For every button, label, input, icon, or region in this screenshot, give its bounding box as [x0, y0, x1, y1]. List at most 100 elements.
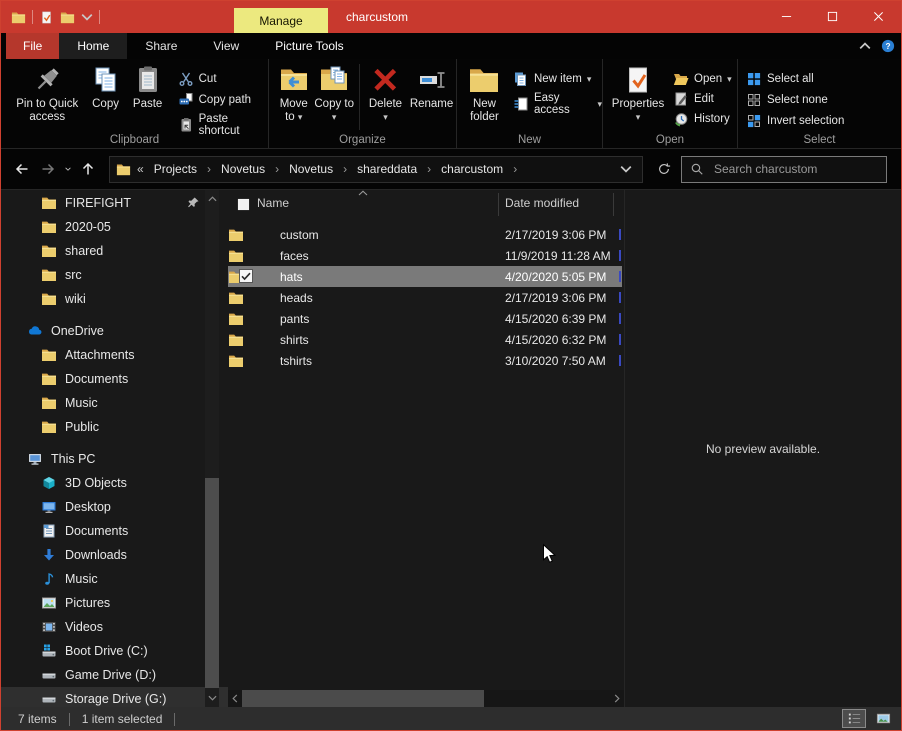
breadcrumb-segment[interactable]: shareddata — [355, 162, 419, 176]
file-row-custom[interactable]: custom2/17/2019 3:06 PM — [228, 224, 624, 245]
file-row-tshirts[interactable]: tshirts3/10/2020 7:50 AM — [228, 350, 624, 371]
file-row-faces[interactable]: faces11/9/2019 11:28 AM — [228, 245, 624, 266]
details-view-button[interactable] — [842, 709, 866, 728]
qat-folder-icon[interactable] — [11, 10, 26, 25]
sidebar-item-3d-objects[interactable]: 3D Objects — [1, 471, 228, 495]
up-button[interactable] — [75, 156, 101, 182]
close-button[interactable] — [855, 1, 901, 31]
sidebar-scrollbar[interactable] — [205, 190, 219, 707]
tab-home[interactable]: Home — [59, 33, 127, 59]
collapse-ribbon-icon[interactable] — [859, 42, 871, 50]
breadcrumb-segment[interactable]: Novetus — [219, 162, 267, 176]
breadcrumb-segment[interactable]: Novetus — [287, 162, 335, 176]
delete-button[interactable]: Delete▾ — [364, 62, 407, 124]
easy-access-button[interactable]: Easy access ▾ — [513, 92, 602, 116]
breadcrumb-segment[interactable]: charcustom — [439, 162, 505, 176]
column-separator[interactable] — [498, 193, 499, 216]
sidebar-item-desktop[interactable]: Desktop — [1, 495, 228, 519]
open-button[interactable]: Open ▾ — [673, 71, 732, 87]
column-separator[interactable] — [613, 193, 614, 216]
cut-button[interactable]: Cut — [178, 71, 268, 87]
tab-picture-tools[interactable]: Picture Tools — [257, 33, 361, 59]
sidebar-item-wiki[interactable]: wiki — [1, 287, 228, 311]
sidebar-item-this-pc[interactable]: This PC — [1, 447, 228, 471]
qat-new-folder-icon[interactable] — [60, 10, 75, 25]
history-button[interactable]: History — [673, 111, 732, 127]
thumbnail-view-button[interactable] — [871, 709, 895, 728]
sidebar-item-music[interactable]: Music — [1, 567, 228, 591]
breadcrumb-overflow-chevron[interactable]: « — [137, 162, 144, 176]
scroll-down-icon[interactable] — [205, 691, 219, 705]
sidebar-item-public[interactable]: Public — [1, 415, 228, 439]
breadcrumb-separator[interactable]: › — [199, 162, 219, 176]
tab-file[interactable]: File — [6, 33, 59, 59]
breadcrumb-separator[interactable]: › — [267, 162, 287, 176]
tab-share[interactable]: Share — [127, 33, 195, 59]
search-input[interactable] — [712, 161, 878, 177]
file-row-heads[interactable]: heads2/17/2019 3:06 PM — [228, 287, 624, 308]
maximize-button[interactable] — [809, 1, 855, 31]
move-to-button[interactable]: Move to ▾ — [274, 62, 314, 124]
back-button[interactable] — [9, 156, 35, 182]
qat-customize-chevron-icon[interactable] — [81, 13, 93, 21]
sidebar-item-boot-drive-c-[interactable]: Boot Drive (C:) — [1, 639, 228, 663]
sidebar-item-storage-drive-g-[interactable]: Storage Drive (G:) — [1, 687, 228, 707]
horizontal-scrollbar-track[interactable] — [242, 690, 610, 707]
file-row-pants[interactable]: pants4/15/2020 6:39 PM — [228, 308, 624, 329]
sidebar-item-firefight[interactable]: FIREFIGHT — [1, 191, 228, 215]
scroll-left-icon[interactable] — [228, 690, 242, 707]
column-header-date-modified[interactable]: Date modified — [505, 196, 579, 210]
horizontal-scrollbar[interactable] — [228, 690, 624, 707]
sidebar-item-2020-05[interactable]: 2020-05 — [1, 215, 228, 239]
scroll-right-icon[interactable] — [610, 690, 624, 707]
scroll-up-icon[interactable] — [205, 192, 219, 206]
sidebar-item-game-drive-d-[interactable]: Game Drive (D:) — [1, 663, 228, 687]
sidebar-item-attachments[interactable]: Attachments — [1, 343, 228, 367]
tab-view[interactable]: View — [195, 33, 257, 59]
edit-button[interactable]: Edit — [673, 91, 732, 107]
sidebar-item-src[interactable]: src — [1, 263, 228, 287]
sidebar-item-downloads[interactable]: Downloads — [1, 543, 228, 567]
breadcrumb-separator[interactable]: › — [335, 162, 355, 176]
sidebar-item-documents[interactable]: Documents — [1, 519, 228, 543]
easy-access-dropdown-caret: ▾ — [597, 99, 602, 110]
sidebar-item-documents[interactable]: Documents — [1, 367, 228, 391]
copy-to-button[interactable]: Copy to ▾ — [314, 62, 355, 124]
sidebar-item-music[interactable]: Music — [1, 391, 228, 415]
new-item-button[interactable]: New item ▾ — [513, 71, 602, 87]
forward-button[interactable] — [35, 156, 61, 182]
breadcrumb-segment[interactable]: Projects — [152, 162, 199, 176]
select-none-button[interactable]: Select none — [746, 92, 844, 108]
sidebar-item-onedrive[interactable]: OneDrive — [1, 319, 228, 343]
file-row-shirts[interactable]: shirts4/15/2020 6:32 PM — [228, 329, 624, 350]
column-header-name[interactable]: Name — [257, 196, 289, 210]
pin-to-quick-access-button[interactable]: Pin to Quick access — [9, 62, 85, 124]
recent-locations-button[interactable] — [61, 156, 75, 182]
file-row-hats[interactable]: hats4/20/2020 5:05 PM — [228, 266, 622, 287]
select-all-checkbox[interactable] — [237, 198, 250, 211]
help-icon[interactable]: ? — [881, 39, 895, 53]
invert-selection-button[interactable]: Invert selection — [746, 113, 844, 129]
open-dropdown-caret: ▾ — [727, 74, 732, 85]
breadcrumb-separator[interactable]: › — [419, 162, 439, 176]
address-history-chevron-icon[interactable] — [620, 165, 632, 173]
row-checkbox-checked[interactable] — [239, 269, 253, 283]
horizontal-scrollbar-thumb[interactable] — [242, 690, 484, 707]
sidebar-item-pictures[interactable]: Pictures — [1, 591, 228, 615]
manage-ribbon-tab[interactable]: Manage — [234, 8, 328, 33]
sidebar-item-videos[interactable]: Videos — [1, 615, 228, 639]
breadcrumb-separator[interactable]: › — [505, 162, 525, 176]
properties-button[interactable]: Properties▾ — [608, 62, 668, 124]
refresh-button[interactable] — [651, 156, 677, 182]
copy-path-button[interactable]: Copy path — [178, 92, 268, 108]
copy-button[interactable]: Copy — [85, 62, 125, 111]
sidebar-scrollbar-thumb[interactable] — [205, 478, 219, 688]
minimize-button[interactable] — [763, 1, 809, 31]
paste-button[interactable]: Paste — [126, 62, 170, 111]
rename-button[interactable]: Rename — [407, 62, 456, 111]
address-bar[interactable]: « Projects›Novetus›Novetus›shareddata›ch… — [109, 156, 643, 183]
new-folder-button[interactable]: New folder — [462, 62, 507, 124]
sidebar-item-shared[interactable]: shared — [1, 239, 228, 263]
select-all-button[interactable]: Select all — [746, 71, 844, 87]
qat-properties-icon[interactable] — [39, 10, 54, 25]
